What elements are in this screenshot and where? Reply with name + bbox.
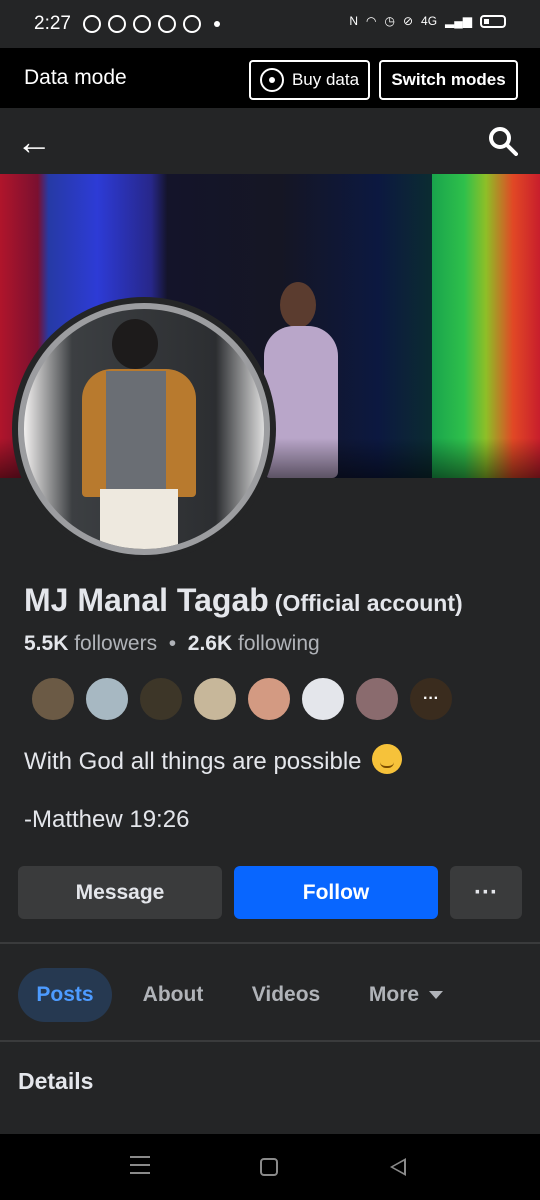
friend-avatar[interactable] [30, 676, 76, 722]
friend-avatar[interactable] [138, 676, 184, 722]
bio-text: With God all things are possible [24, 748, 362, 775]
tab-posts[interactable]: Posts [18, 968, 112, 1022]
app-icon [182, 15, 201, 33]
tab-more-label: More [368, 983, 420, 1006]
back-icon[interactable] [390, 1158, 406, 1176]
telegram-icon [157, 15, 176, 33]
divider [0, 1040, 540, 1042]
more-friends-button[interactable]: ··· [408, 676, 454, 722]
system-nav-bar [0, 1134, 540, 1200]
data-mode-label: Data mode [24, 66, 127, 89]
messenger-icon [132, 15, 151, 33]
search-icon[interactable] [488, 126, 518, 156]
followers-label: followers [74, 632, 158, 655]
more-notifications-icon [213, 21, 220, 27]
signal-icon: ▂▄▆ [445, 14, 472, 28]
status-time: 2:27 [34, 13, 71, 34]
headphones-icon: ◠ [365, 14, 377, 28]
profile-picture[interactable] [24, 309, 264, 549]
smiling-face-emoji-icon [372, 744, 403, 774]
status-bar: 2:27 N ◠ ◷ ⊘ 4G ▂▄▆ [0, 0, 540, 48]
profile-name-text: MJ Manal Tagab [24, 582, 269, 618]
friend-avatar[interactable] [192, 676, 238, 722]
snapchat-icon [82, 15, 101, 33]
followers-count: 5.5K [24, 632, 69, 655]
follow-button[interactable]: Follow [234, 866, 438, 919]
network-type: 4G [421, 14, 438, 28]
friend-avatar[interactable] [354, 676, 400, 722]
data-mode-bar: Data mode Buy data Switch modes [0, 48, 540, 108]
recent-apps-icon[interactable] [130, 1156, 150, 1174]
top-nav: ← [0, 108, 540, 174]
friend-avatar[interactable] [84, 676, 130, 722]
system-icons: N ◠ ◷ ⊘ 4G ▂▄▆ [349, 14, 506, 28]
switch-modes-button[interactable]: Switch modes [379, 60, 518, 100]
bio-line-2: -Matthew 19:26 [24, 806, 190, 833]
details-heading: Details [18, 1068, 94, 1094]
followers-link[interactable]: 5.5K followers [24, 632, 157, 655]
battery-icon [480, 14, 506, 28]
friend-avatar[interactable] [246, 676, 292, 722]
notification-icons [82, 15, 220, 33]
buy-data-button[interactable]: Buy data [249, 60, 370, 100]
mutual-friends-row: ··· [30, 676, 462, 722]
hotspot-icon [259, 68, 284, 92]
tab-videos[interactable]: Videos [240, 968, 332, 1022]
caret-down-icon [429, 991, 444, 999]
tab-more[interactable]: More [356, 968, 456, 1022]
nfc-icon: N [349, 14, 358, 28]
home-icon[interactable] [260, 1158, 278, 1176]
profile-name: MJ Manal Tagab (Official account) [24, 582, 463, 619]
mute-icon: ⊘ [402, 14, 414, 28]
more-options-button[interactable]: ··· [450, 866, 522, 919]
alarm-icon: ◷ [384, 14, 395, 28]
stats-separator: • [168, 632, 177, 655]
tab-about[interactable]: About [130, 968, 216, 1022]
divider [0, 942, 540, 944]
more-friends-label: ··· [423, 690, 439, 707]
following-link[interactable]: 2.6K following [188, 632, 320, 655]
buy-data-label: Buy data [291, 70, 360, 89]
friend-avatar-default[interactable] [300, 676, 346, 722]
official-badge: (Official account) [274, 590, 463, 616]
message-button[interactable]: Message [18, 866, 222, 919]
following-label: following [237, 632, 320, 655]
following-count: 2.6K [187, 632, 233, 655]
profile-tabs: Posts About Videos More [0, 968, 540, 1024]
follow-stats: 5.5K followers • 2.6K following [24, 632, 320, 656]
viber-icon [107, 15, 126, 33]
back-arrow-icon[interactable]: ← [16, 122, 56, 162]
bio-line-1: With God all things are possible [24, 744, 403, 776]
